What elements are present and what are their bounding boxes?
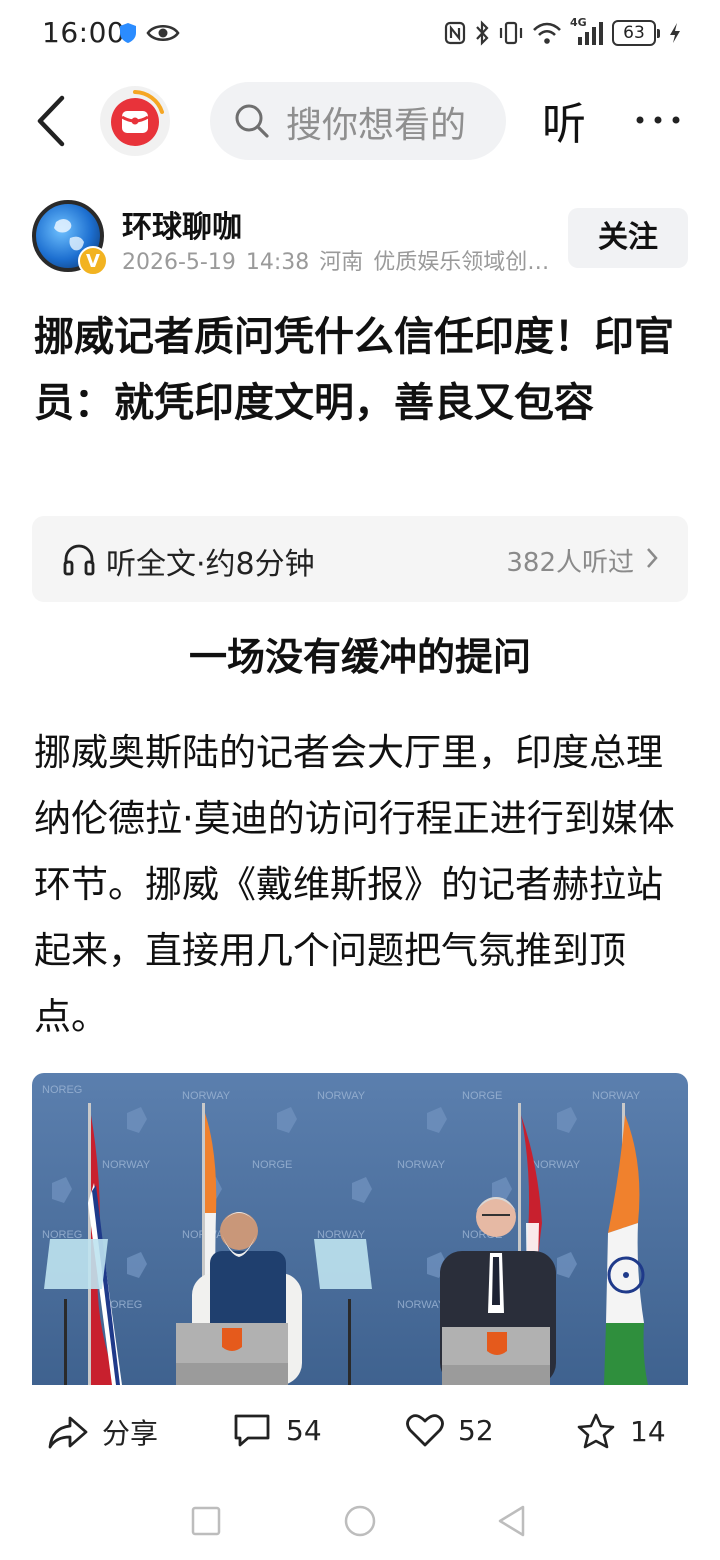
- svg-text:NORWAY: NORWAY: [317, 1090, 366, 1102]
- svg-text:NORGE: NORGE: [252, 1159, 292, 1171]
- svg-text:NORWAY: NORWAY: [102, 1159, 151, 1171]
- svg-text:NOREG: NOREG: [42, 1084, 82, 1096]
- top-navigation: 搜你想看的 听: [0, 78, 720, 164]
- chevron-right-icon: [647, 548, 658, 568]
- svg-text:NORWAY: NORWAY: [532, 1159, 581, 1171]
- share-icon: [48, 1416, 88, 1449]
- shield-icon: [120, 23, 136, 43]
- listen-full-label: 听全文·约8分钟: [106, 547, 315, 582]
- power-saving-icon: [670, 23, 680, 43]
- app-logo[interactable]: [100, 86, 170, 156]
- verified-badge: V: [78, 246, 108, 276]
- listen-full-bar[interactable]: 听全文·约8分钟 382人听过: [32, 516, 688, 602]
- search-box[interactable]: 搜你想看的: [210, 82, 506, 160]
- more-dots-icon: [636, 116, 680, 124]
- status-bar: 16:00 4G 63: [0, 0, 720, 70]
- action-bar: 分享 54 52 14: [0, 1398, 720, 1472]
- listen-count: 382人听过: [506, 548, 634, 578]
- svg-text:NORWAY: NORWAY: [397, 1299, 446, 1311]
- search-placeholder: 搜你想看的: [286, 105, 467, 146]
- eye-icon: [146, 24, 180, 42]
- search-icon: [235, 104, 269, 138]
- chevron-left-icon: [37, 95, 65, 147]
- bluetooth-icon: [476, 20, 489, 46]
- author-tagline: 优质娱乐领域创作者: [373, 250, 562, 275]
- author-meta: 2026-5-19 14:38 河南 优质娱乐领域创作者: [122, 244, 562, 276]
- press-conference-photo: NORWAY NORWAY NOREG NORGE NORWAY NORWAY …: [32, 1073, 688, 1385]
- comment-button[interactable]: 54: [232, 1412, 322, 1448]
- battery-level: 63: [612, 20, 656, 46]
- back-button[interactable]: [30, 94, 74, 148]
- author-row: V 环球聊咖 2026-5-19 14:38 河南 优质娱乐领域创作者 关注: [0, 196, 720, 282]
- author-location: 河南: [319, 250, 364, 275]
- back-triangle-icon[interactable]: [496, 1504, 528, 1538]
- heart-icon: [406, 1414, 444, 1447]
- system-navigation-bar: [0, 1490, 720, 1550]
- section-heading: 一场没有缓冲的提问: [188, 635, 531, 679]
- recent-apps-icon[interactable]: [190, 1505, 222, 1537]
- more-button[interactable]: [632, 102, 684, 138]
- home-icon[interactable]: [343, 1504, 377, 1538]
- article-title: 挪威记者质问凭什么信任印度！印官员：就凭印度文明，善良又包容: [34, 314, 674, 426]
- follow-button[interactable]: 关注: [568, 208, 688, 268]
- comment-icon: [234, 1414, 270, 1447]
- red-packet-icon: [111, 90, 164, 146]
- svg-text:NORWAY: NORWAY: [397, 1159, 446, 1171]
- like-count: 52: [458, 1413, 494, 1447]
- wifi-icon: [533, 22, 561, 44]
- publish-date: 2026-5-19: [122, 250, 236, 275]
- comment-count: 54: [286, 1413, 322, 1447]
- share-button[interactable]: 分享: [48, 1412, 158, 1452]
- favorite-count: 14: [630, 1414, 666, 1448]
- article-screen: 16:00 4G 63 搜你想看的 听 V 环球聊咖 2026-5-19 14:…: [0, 0, 720, 1560]
- article-photo[interactable]: NORWAY NORWAY NOREG NORGE NORWAY NORWAY …: [32, 1073, 688, 1385]
- svg-text:NORGE: NORGE: [462, 1090, 502, 1102]
- status-time: 16:00: [42, 16, 126, 49]
- share-label: 分享: [102, 1417, 159, 1450]
- listen-button[interactable]: 听: [542, 88, 586, 152]
- svg-text:NORWAY: NORWAY: [182, 1090, 231, 1102]
- svg-text:NORWAY: NORWAY: [592, 1090, 641, 1102]
- battery-indicator: 63: [612, 20, 660, 46]
- star-icon: [577, 1413, 615, 1449]
- favorite-button[interactable]: 14: [576, 1412, 666, 1450]
- like-button[interactable]: 52: [406, 1412, 494, 1448]
- article-body-paragraph: 挪威奥斯陆的记者会大厅里，印度总理纳伦德拉·莫迪的访问行程正进行到媒体环节。挪威…: [34, 731, 675, 1038]
- publish-time: 14:38: [245, 250, 310, 275]
- headphones-icon: [63, 544, 95, 576]
- signal-icon: [578, 22, 603, 45]
- vibrate-icon: [499, 21, 523, 45]
- author-name[interactable]: 环球聊咖: [122, 202, 242, 246]
- nfc-icon: [444, 21, 466, 45]
